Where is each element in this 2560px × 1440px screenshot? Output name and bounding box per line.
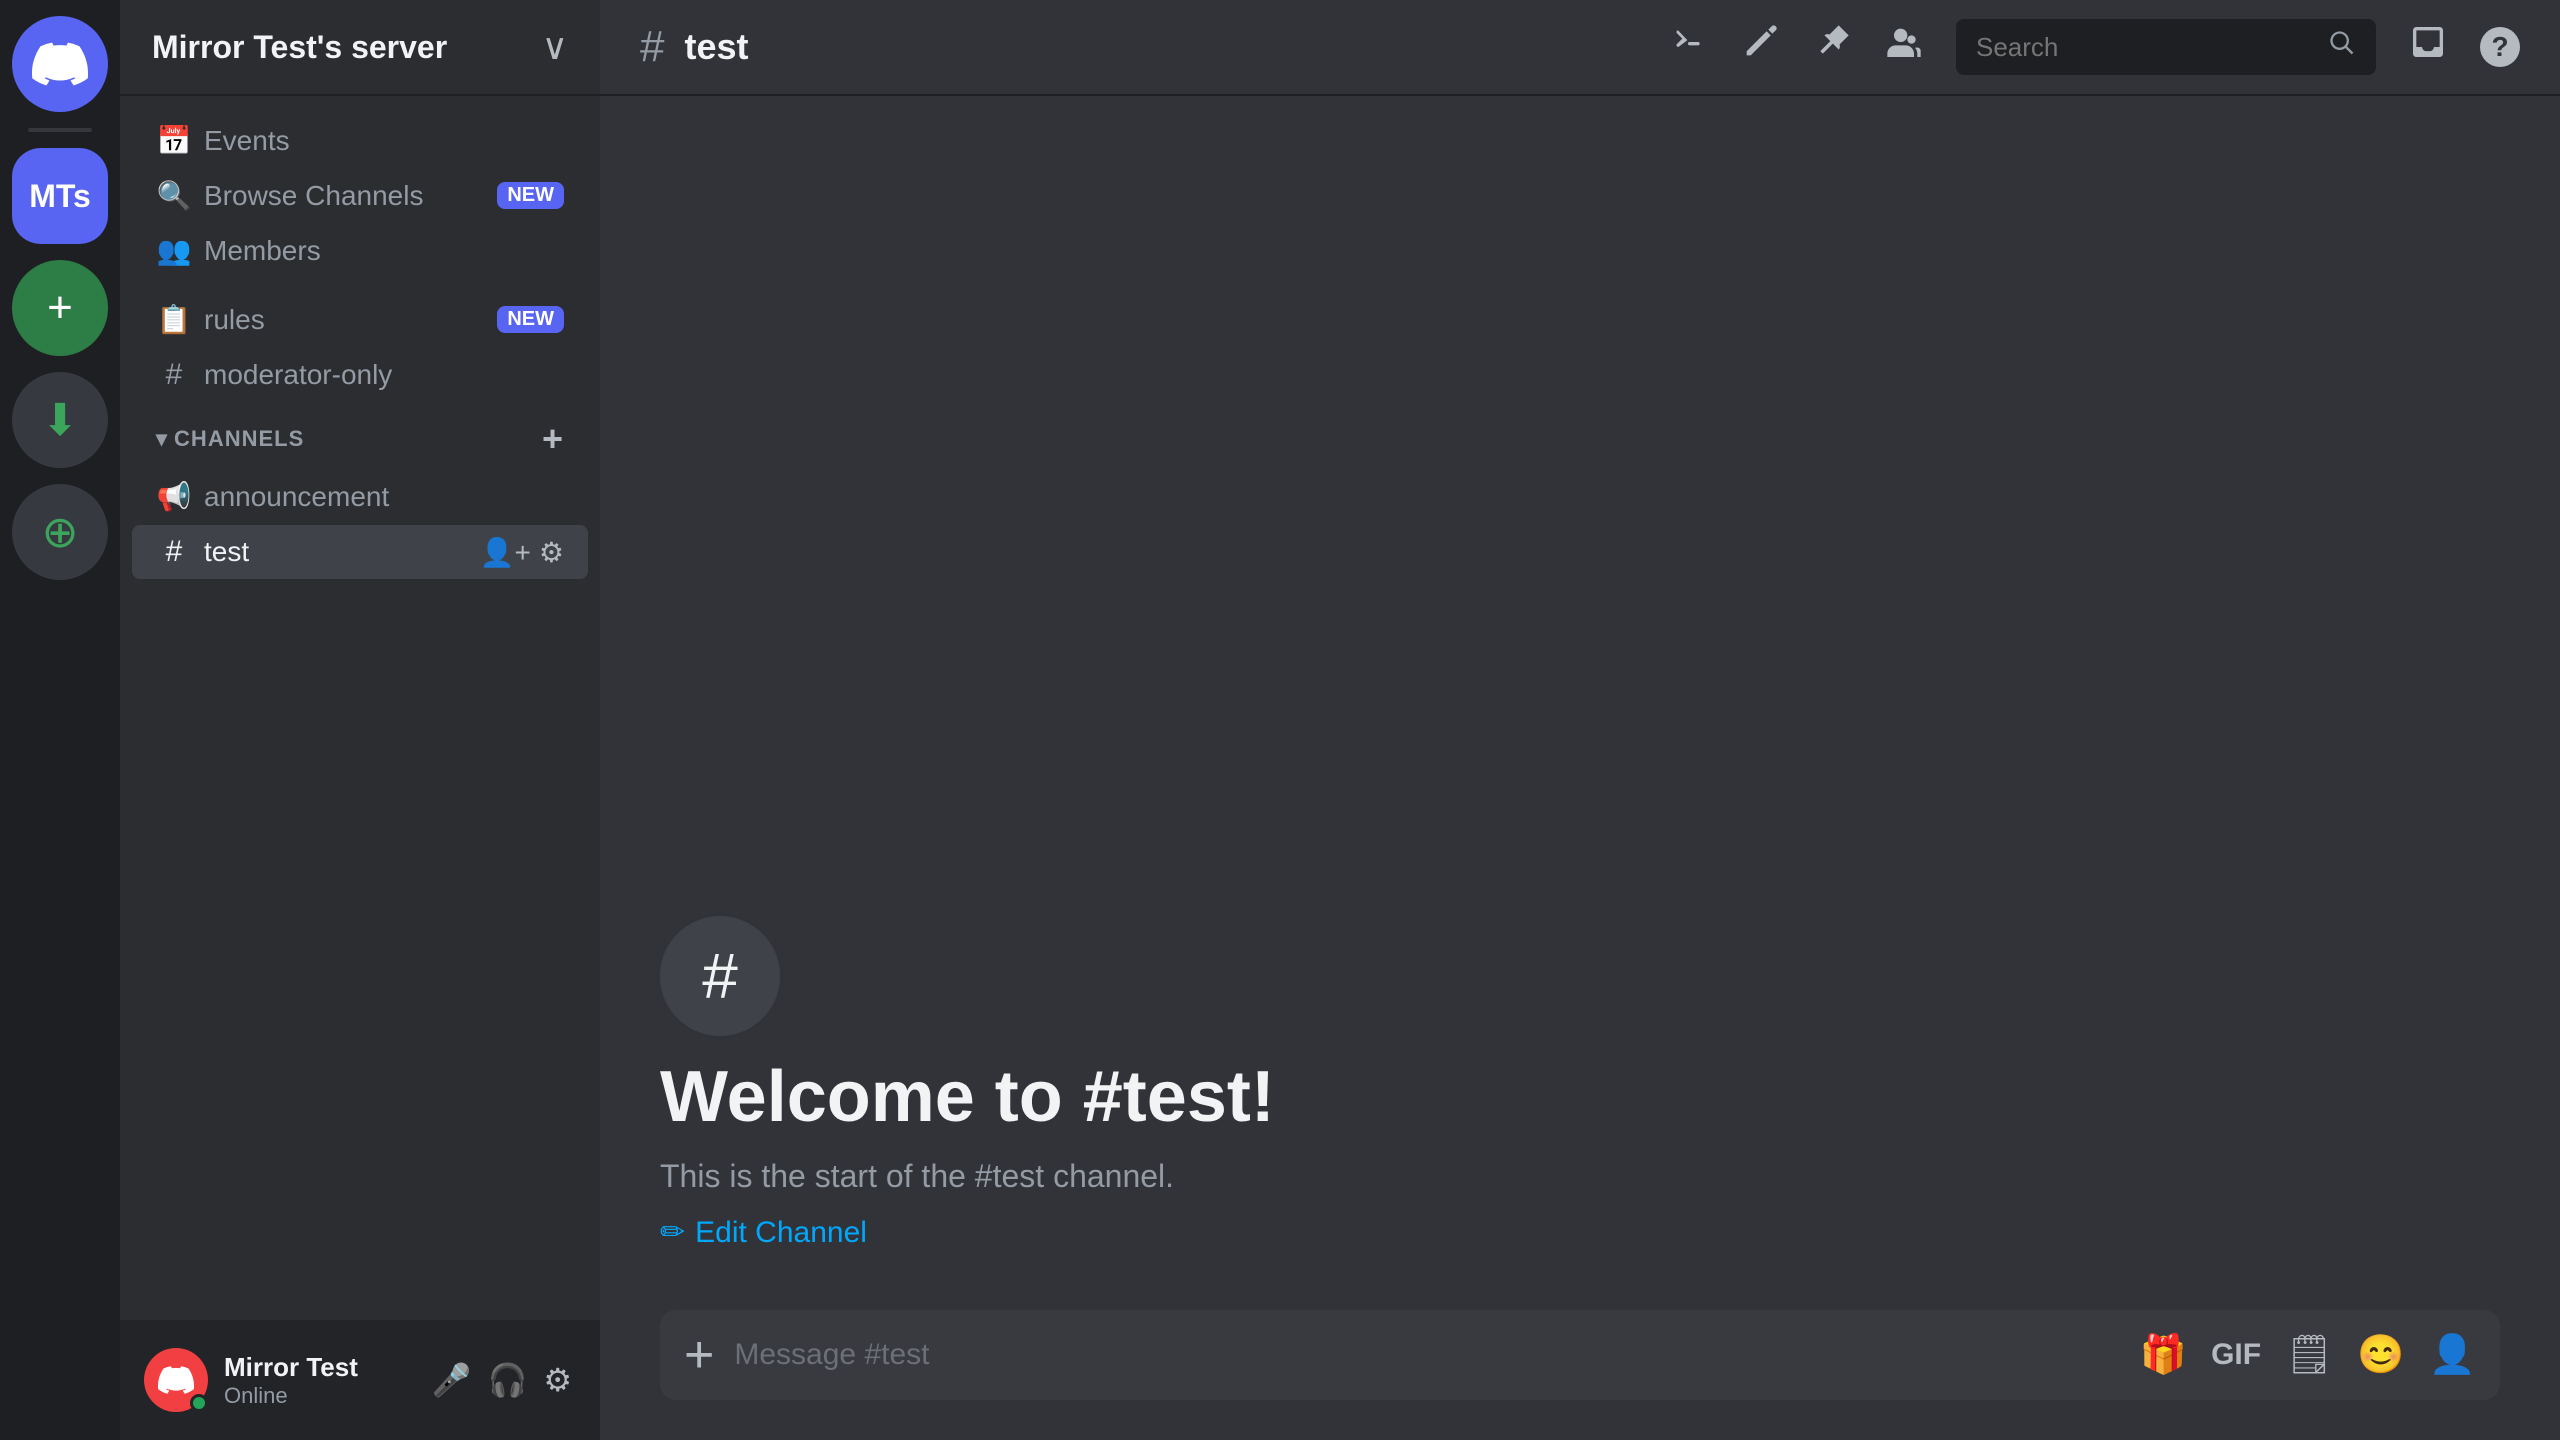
channel-sidebar: Mirror Test's server ∨ 📅 Events 🔍 Browse… xyxy=(120,0,600,1440)
download-icon: ⬇ xyxy=(42,395,79,446)
plus-icon: + xyxy=(47,283,73,333)
search-icon xyxy=(2328,29,2356,65)
sidebar-item-test[interactable]: # test 👤+ ⚙ xyxy=(132,525,588,579)
search-bar[interactable] xyxy=(1956,19,2376,75)
discord-logo[interactable] xyxy=(12,16,108,112)
server-header[interactable]: Mirror Test's server ∨ xyxy=(120,0,600,96)
people-icon[interactable]: 👤 xyxy=(2429,1333,2476,1377)
welcome-hash-symbol: # xyxy=(702,939,738,1013)
channels-collapse-icon: ▾ xyxy=(156,426,168,452)
channel-header-name: test xyxy=(684,26,748,68)
welcome-section: # Welcome to #test! This is the start of… xyxy=(660,916,2500,1310)
edit-channel-link[interactable]: ✏ Edit Channel xyxy=(660,1215,2500,1250)
message-input-area: + 🎁 GIF 🗒 😊 👤 xyxy=(660,1310,2500,1400)
threads-icon[interactable] xyxy=(1668,22,1708,72)
download-button[interactable]: ⬇ xyxy=(12,372,108,468)
rules-new-badge: NEW xyxy=(497,306,564,333)
test-label: test xyxy=(204,536,249,568)
browse-channels-label: Browse Channels xyxy=(204,180,423,212)
channels-section: ▾ CHANNELS + 📢 announcement # test 👤+ ⚙ xyxy=(120,410,600,579)
server-chevron-icon: ∨ xyxy=(542,26,568,68)
sidebar-item-browse-channels[interactable]: 🔍 Browse Channels NEW xyxy=(132,169,588,222)
sidebar-item-events[interactable]: 📅 Events xyxy=(132,114,588,167)
add-channel-button[interactable]: + xyxy=(542,418,564,460)
browse-channels-new-badge: NEW xyxy=(497,182,564,209)
inbox-icon[interactable] xyxy=(2408,22,2448,72)
server-icon-active[interactable]: MTs xyxy=(12,148,108,244)
gif-icon[interactable]: GIF xyxy=(2211,1338,2261,1372)
welcome-channel-icon: # xyxy=(660,916,780,1036)
app-sidebar: MTs + ⬇ ⊕ xyxy=(0,0,120,1440)
channel-header: # test xyxy=(600,0,2560,96)
user-settings-button[interactable]: ⚙ xyxy=(539,1357,576,1403)
announcement-icon: 📢 xyxy=(156,480,192,513)
settings-icon[interactable]: ⚙ xyxy=(539,536,564,569)
events-icon: 📅 xyxy=(156,124,192,157)
test-channel-actions: 👤+ ⚙ xyxy=(480,536,564,569)
rules-icon: 📋 xyxy=(156,303,192,336)
discover-button[interactable]: ⊕ xyxy=(12,484,108,580)
channel-header-hash-icon: # xyxy=(640,22,664,72)
edit-icon[interactable] xyxy=(1740,22,1780,72)
sidebar-item-announcement[interactable]: 📢 announcement xyxy=(132,470,588,523)
sticker-icon[interactable]: 🗒 xyxy=(2285,1333,2333,1377)
pencil-icon: ✏ xyxy=(660,1215,685,1250)
browse-channels-icon: 🔍 xyxy=(156,179,192,212)
members-label: Members xyxy=(204,235,321,267)
status-indicator xyxy=(190,1394,208,1412)
gift-icon[interactable]: 🎁 xyxy=(2140,1333,2187,1377)
add-attachment-button[interactable]: + xyxy=(684,1329,714,1381)
server-name: Mirror Test's server xyxy=(152,29,447,66)
user-avatar xyxy=(144,1348,208,1412)
chat-area: # Welcome to #test! This is the start of… xyxy=(600,96,2560,1440)
announcement-label: announcement xyxy=(204,481,389,513)
sidebar-item-rules[interactable]: 📋 rules NEW xyxy=(132,293,588,346)
user-info: Mirror Test Online xyxy=(224,1352,412,1409)
mute-button[interactable]: 🎤 xyxy=(428,1357,476,1403)
channel-list: 📅 Events 🔍 Browse Channels NEW 👥 Members… xyxy=(120,96,600,1320)
rules-label: rules xyxy=(204,304,265,336)
deafen-button[interactable]: 🎧 xyxy=(483,1357,531,1403)
add-server-button[interactable]: + xyxy=(12,260,108,356)
members-list-icon[interactable] xyxy=(1884,22,1924,72)
events-label: Events xyxy=(204,125,290,157)
user-controls: 🎤 🎧 ⚙ xyxy=(428,1357,576,1403)
pin-icon[interactable] xyxy=(1812,22,1852,72)
message-input[interactable] xyxy=(734,1318,2119,1392)
compass-icon: ⊕ xyxy=(42,507,79,558)
help-icon[interactable]: ? xyxy=(2480,27,2520,67)
header-toolbar: ? xyxy=(1668,19,2520,75)
test-hash-icon: # xyxy=(156,535,192,569)
welcome-description: This is the start of the #test channel. xyxy=(660,1158,2500,1195)
user-panel: Mirror Test Online 🎤 🎧 ⚙ xyxy=(120,1320,600,1440)
emoji-icon[interactable]: 😊 xyxy=(2357,1333,2404,1377)
moderator-only-label: moderator-only xyxy=(204,359,392,391)
message-toolbar: 🎁 GIF 🗒 😊 👤 xyxy=(2140,1333,2476,1377)
edit-channel-label: Edit Channel xyxy=(695,1216,867,1250)
add-members-icon[interactable]: 👤+ xyxy=(480,536,531,569)
user-status: Online xyxy=(224,1383,412,1409)
main-content: # test xyxy=(600,0,2560,1440)
moderator-hash-icon: # xyxy=(156,358,192,392)
sidebar-item-moderator-only[interactable]: # moderator-only xyxy=(132,348,588,402)
search-input[interactable] xyxy=(1976,32,2316,63)
sidebar-item-members[interactable]: 👥 Members xyxy=(132,224,588,277)
username: Mirror Test xyxy=(224,1352,412,1383)
channels-section-label: CHANNELS xyxy=(174,426,304,452)
members-icon: 👥 xyxy=(156,234,192,267)
welcome-title: Welcome to #test! xyxy=(660,1056,2500,1138)
sidebar-divider xyxy=(28,128,92,132)
channels-section-header[interactable]: ▾ CHANNELS + xyxy=(132,410,588,468)
